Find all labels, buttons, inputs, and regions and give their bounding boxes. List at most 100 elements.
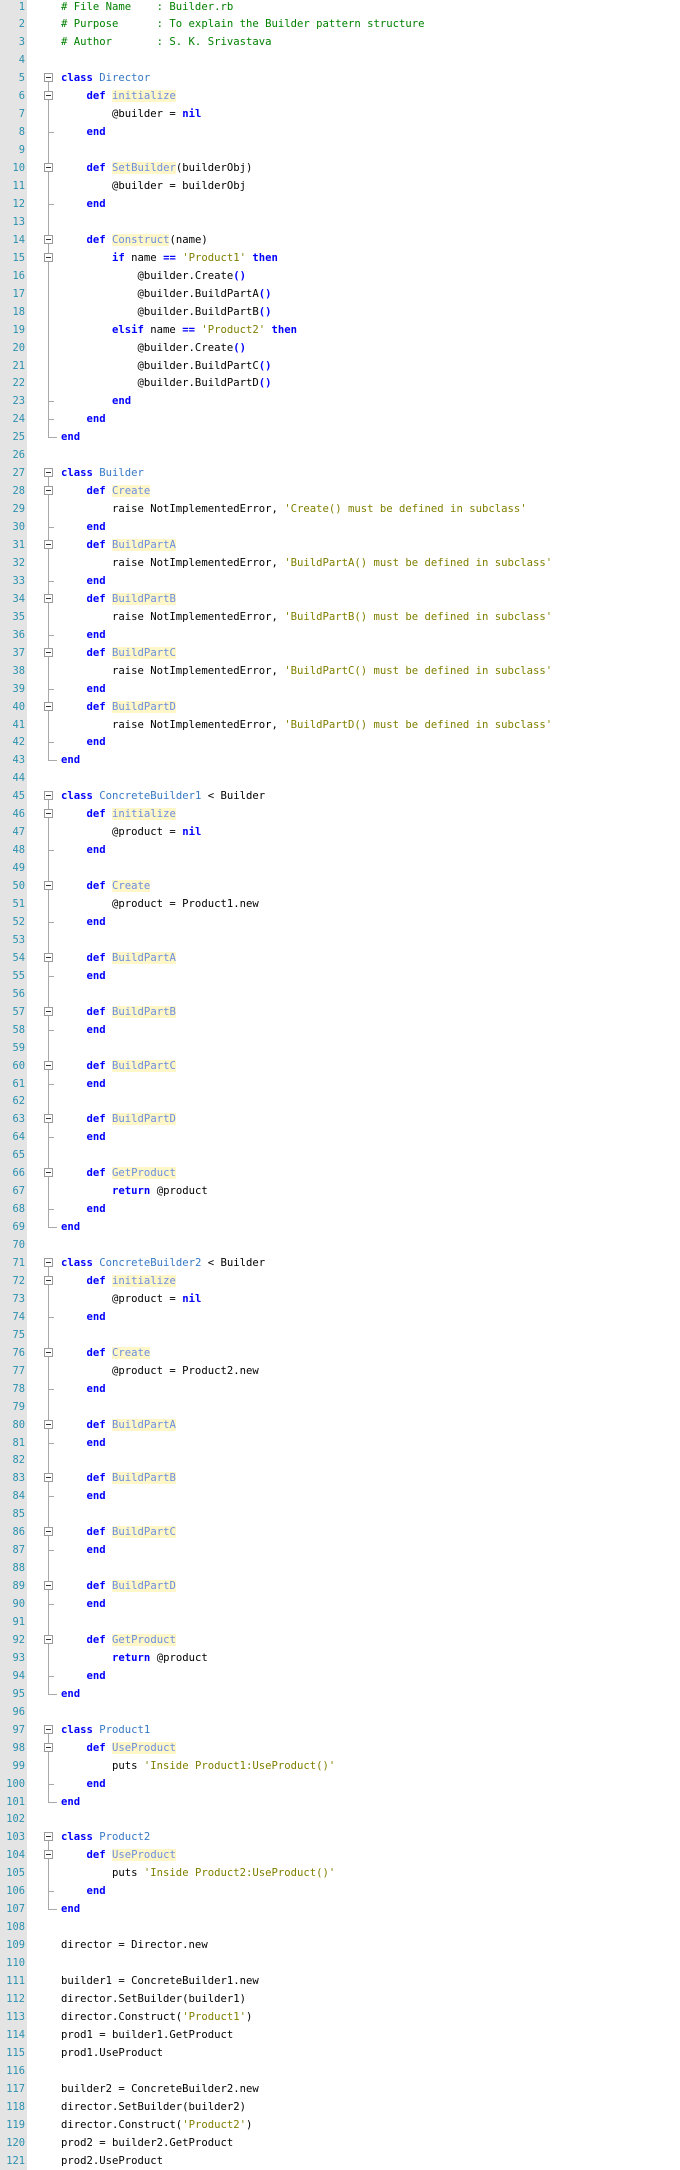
code-line[interactable]: 31 def BuildPartA (0, 536, 680, 554)
code-line[interactable]: 38 raise NotImplementedError, 'BuildPart… (0, 661, 680, 680)
code-line[interactable]: 90 end (0, 1595, 680, 1614)
code-text[interactable]: end (61, 572, 106, 590)
code-text[interactable]: prod2 = builder2.GetProduct (61, 2134, 233, 2152)
code-text[interactable]: end (61, 751, 80, 769)
code-line[interactable]: 26 (0, 446, 680, 464)
fold-toggle-icon[interactable] (44, 163, 53, 173)
code-line[interactable]: 12 end (0, 194, 680, 213)
code-line[interactable]: 118 director.SetBuilder(builder2) (0, 2098, 680, 2116)
code-line[interactable]: 5 class Director (0, 69, 680, 88)
fold-toggle-icon[interactable] (44, 1419, 53, 1429)
code-line[interactable]: 47 @product = nil (0, 823, 680, 842)
code-line[interactable]: 62 (0, 1092, 680, 1111)
code-text[interactable]: raise NotImplementedError, 'Create() mus… (61, 500, 527, 518)
code-line[interactable]: 10 def SetBuilder(builderObj) (0, 159, 680, 178)
code-line[interactable]: 111 builder1 = ConcreteBuilder1.new (0, 1972, 680, 1990)
code-text[interactable]: def UseProduct (61, 1846, 176, 1864)
code-text[interactable]: @builder.Create() (61, 267, 246, 285)
code-text[interactable]: end (61, 967, 106, 985)
code-text[interactable]: def SetBuilder(builderObj) (61, 159, 252, 177)
code-line[interactable]: 4 (0, 51, 680, 69)
code-line[interactable]: 60 def BuildPartC (0, 1056, 680, 1075)
fold-toggle-icon[interactable] (44, 1347, 53, 1357)
code-line[interactable]: 100 end (0, 1774, 680, 1793)
code-text[interactable]: class Director (61, 69, 150, 87)
code-text[interactable]: # File Name : Builder.rb (61, 0, 233, 16)
code-line[interactable]: 91 (0, 1613, 680, 1631)
code-text[interactable]: director.Construct('Product1') (61, 2008, 252, 2026)
code-text[interactable]: @builder = nil (61, 105, 201, 123)
code-line[interactable]: 17 @builder.BuildPartA() (0, 284, 680, 303)
code-line[interactable]: 61 end (0, 1074, 680, 1093)
code-text[interactable]: end (61, 392, 131, 410)
code-line[interactable]: 16 @builder.Create() (0, 266, 680, 285)
code-text[interactable]: def BuildPartC (61, 1523, 176, 1541)
code-text[interactable]: end (61, 518, 106, 536)
code-text[interactable]: def BuildPartC (61, 644, 176, 662)
code-text[interactable]: end (61, 626, 106, 644)
code-text[interactable]: def BuildPartA (61, 1416, 176, 1434)
code-text[interactable]: end (61, 1021, 106, 1039)
code-text[interactable]: @product = Product1.new (61, 895, 259, 913)
fold-toggle-icon[interactable] (44, 540, 53, 549)
code-text[interactable]: end (61, 195, 106, 213)
code-line[interactable]: 71 class ConcreteBuilder2 < Builder (0, 1254, 680, 1272)
code-line[interactable]: 65 (0, 1146, 680, 1165)
fold-toggle-icon[interactable] (44, 1581, 53, 1591)
code-line[interactable]: 59 (0, 1038, 680, 1057)
code-text[interactable]: @builder.Create() (61, 339, 246, 357)
code-text[interactable]: end (61, 1685, 80, 1703)
code-line[interactable]: 116 (0, 2062, 680, 2080)
code-line[interactable]: 80 def BuildPartA (0, 1415, 680, 1434)
fold-toggle-icon[interactable] (44, 1060, 53, 1070)
code-line[interactable]: 63 def BuildPartD (0, 1110, 680, 1129)
code-line[interactable]: 120 prod2 = builder2.GetProduct (0, 2134, 680, 2152)
code-line[interactable]: 68 end (0, 1200, 680, 1219)
code-text[interactable]: @builder.BuildPartD() (61, 374, 272, 392)
code-line[interactable]: 30 end (0, 518, 680, 537)
code-text[interactable]: def initialize (61, 805, 176, 823)
code-editor[interactable]: 1 # File Name : Builder.rb 2 # Purpose : To… (0, 0, 680, 2170)
code-text[interactable]: def BuildPartC (61, 1057, 176, 1075)
code-text[interactable]: def BuildPartB (61, 1003, 176, 1021)
code-line[interactable]: 106 end (0, 1882, 680, 1901)
code-line[interactable]: 28 def Create (0, 482, 680, 501)
code-text[interactable]: def BuildPartD (61, 1110, 176, 1128)
code-text[interactable]: end (61, 1882, 106, 1900)
code-text[interactable]: end (61, 733, 106, 751)
code-text[interactable]: # Purpose : To explain the Builder patte… (61, 15, 425, 33)
code-text[interactable]: prod1 = builder1.GetProduct (61, 2026, 233, 2044)
code-line[interactable]: 11 @builder = builderObj (0, 177, 680, 195)
code-text[interactable]: end (61, 428, 80, 446)
code-text[interactable]: end (61, 1667, 106, 1685)
code-text[interactable]: end (61, 1775, 106, 1793)
code-text[interactable]: def BuildPartA (61, 536, 176, 554)
code-line[interactable]: 25 end (0, 428, 680, 446)
code-text[interactable]: if name == 'Product1' then (61, 249, 278, 267)
code-text[interactable]: end (61, 1595, 106, 1613)
fold-toggle-icon[interactable] (44, 593, 53, 603)
fold-toggle-icon[interactable] (44, 1114, 53, 1124)
code-line[interactable]: 14 def Construct(name) (0, 230, 680, 249)
code-line[interactable]: 92 def GetProduct (0, 1630, 680, 1649)
code-text[interactable]: class ConcreteBuilder1 < Builder (61, 787, 265, 805)
code-line[interactable]: 3 # Author : S. K. Srivastava (0, 33, 680, 51)
code-line[interactable]: 77 @product = Product2.new (0, 1361, 680, 1380)
code-line[interactable]: 57 def BuildPartB (0, 1002, 680, 1021)
code-text[interactable]: end (61, 680, 106, 698)
code-text[interactable]: elsif name == 'Product2' then (61, 321, 297, 339)
fold-toggle-icon[interactable] (44, 73, 53, 83)
code-line[interactable]: 78 end (0, 1379, 680, 1398)
code-text[interactable]: def BuildPartD (61, 698, 176, 716)
code-line[interactable]: 119 director.Construct('Product2') (0, 2116, 680, 2134)
code-line[interactable]: 95 end (0, 1684, 680, 1703)
code-line[interactable]: 112 director.SetBuilder(builder1) (0, 1990, 680, 2008)
fold-toggle-icon[interactable] (44, 1832, 53, 1842)
code-line[interactable]: 81 end (0, 1433, 680, 1452)
code-line[interactable]: 50 def Create (0, 877, 680, 896)
fold-toggle-icon[interactable] (44, 1527, 53, 1537)
code-line[interactable]: 45 class ConcreteBuilder1 < Builder (0, 787, 680, 806)
code-text[interactable]: class Product1 (61, 1721, 150, 1739)
code-line[interactable]: 97 class Product1 (0, 1721, 680, 1739)
code-line[interactable]: 93 return @product (0, 1648, 680, 1667)
